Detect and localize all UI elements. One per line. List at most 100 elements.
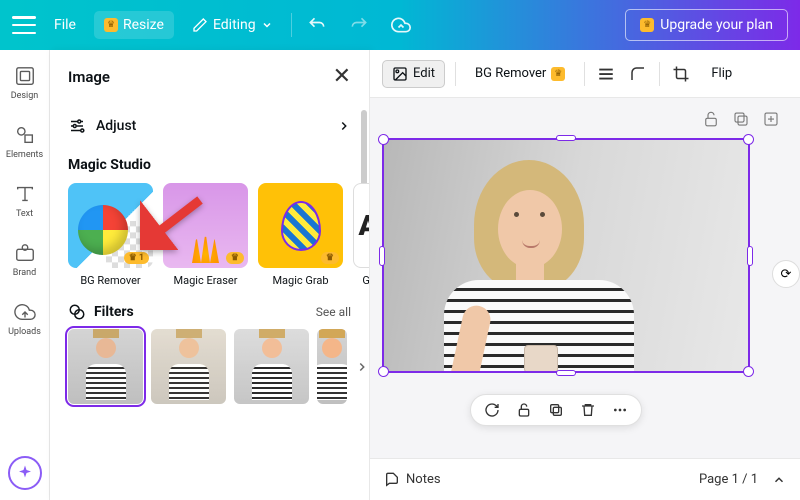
adjust-label: Adjust [96,118,136,134]
top-toolbar: File ♛ Resize Editing ♛ Upgrade your pla… [0,0,800,50]
notes-label: Notes [406,472,441,487]
filter-thumb[interactable] [317,329,347,404]
crown-icon: ♛ [640,18,654,32]
resize-handle[interactable] [378,366,389,377]
sparkle-icon [16,464,34,482]
flip-button[interactable]: Flip [702,61,741,86]
edit-image-button[interactable]: Edit [382,60,445,88]
sidebar-item-brand[interactable]: Brand [0,237,49,282]
sidebar-item-label: Elements [6,150,43,160]
resize-handle[interactable] [379,246,385,266]
notes-button[interactable]: Notes [384,472,441,488]
resize-handle[interactable] [743,134,754,145]
magic-studio-heading: Magic Studio [50,149,369,183]
sidebar-item-label: Brand [13,268,36,278]
menu-icon[interactable] [12,16,36,34]
magic-grab-card[interactable]: ♛ Magic Grab [258,183,343,287]
upload-icon [13,300,37,324]
bottom-bar: Notes Page 1 / 1 [370,458,800,500]
shapes-icon [13,123,37,147]
sidebar-item-uploads[interactable]: Uploads [0,296,49,341]
chevron-down-icon [261,19,273,31]
resize-button[interactable]: ♛ Resize [94,11,174,39]
close-panel-button[interactable]: ✕ [333,64,351,89]
filters-heading: Filters [94,304,134,320]
annotation-arrow [140,195,210,254]
crown-badge: ♛ [226,252,244,264]
card-label: Magic Eraser [163,274,248,287]
template-icon [13,64,37,88]
brand-icon [13,241,37,265]
crown-badge: ♛ [321,252,339,264]
crown-icon: ♛ [104,18,118,32]
add-page-icon[interactable] [762,110,780,128]
sidebar-item-label: Uploads [8,327,41,337]
sidebar-item-label: Text [16,209,33,219]
editing-label: Editing [213,17,256,33]
image-panel: Image ✕ Adjust Magic Studio ♛ 1 BG Remov… [50,50,370,500]
page-controls [702,110,780,128]
pencil-icon [192,17,208,33]
card-label: Magic Grab [258,274,343,287]
panel-title: Image [68,68,110,86]
resize-label: Resize [123,17,164,33]
resize-handle[interactable] [743,366,754,377]
trash-icon[interactable] [579,401,597,419]
see-all-button[interactable]: See all [316,305,351,319]
filters-row [50,329,369,404]
cloud-sync-icon[interactable] [390,14,412,36]
redo-icon[interactable] [348,14,370,36]
page-indicator: Page 1 / 1 [699,472,758,487]
resize-handle[interactable] [556,370,576,376]
filter-thumb[interactable] [234,329,309,404]
scrollbar[interactable] [361,110,367,190]
image-icon [392,66,408,82]
filter-thumb-none[interactable] [68,329,143,404]
corner-icon[interactable] [627,63,649,85]
upgrade-button[interactable]: ♛ Upgrade your plan [625,9,788,41]
sidebar-item-label: Design [11,91,39,101]
canvas-toolbar: Edit BG Remover ♛ Flip [370,50,800,98]
sliders-icon [68,117,86,135]
notes-icon [384,472,400,488]
filters-icon [68,303,86,321]
left-sidebar: Design Elements Text Brand Uploads [0,50,50,500]
canvas-area: Edit BG Remover ♛ Flip [370,50,800,500]
magic-card-partial[interactable]: A Gr [353,183,369,287]
regenerate-icon[interactable] [483,401,501,419]
floating-toolbar [470,394,642,426]
bg-remover-button[interactable]: BG Remover ♛ [466,61,574,86]
sidebar-item-elements[interactable]: Elements [0,119,49,164]
resize-handle[interactable] [378,134,389,145]
filters-next-icon[interactable] [355,360,369,374]
duplicate-icon[interactable] [732,110,750,128]
adjust-row[interactable]: Adjust [50,103,369,149]
photo-content [384,140,748,371]
filter-thumb[interactable] [151,329,226,404]
crown-icon: ♛ [551,67,565,81]
card-label: BG Remover [68,274,153,287]
bg-remover-label: BG Remover [475,66,546,81]
crop-icon[interactable] [670,63,692,85]
sync-icon[interactable]: ⟳ [772,260,800,288]
resize-handle[interactable] [556,135,576,141]
chevron-right-icon [337,119,351,133]
edit-label: Edit [413,66,435,81]
more-icon[interactable] [611,401,629,419]
file-menu[interactable]: File [44,11,86,39]
text-icon [13,182,37,206]
sidebar-item-text[interactable]: Text [0,178,49,223]
sidebar-item-design[interactable]: Design [0,60,49,105]
magic-sparkle-button[interactable] [8,456,42,490]
resize-handle[interactable] [747,246,753,266]
lock-icon[interactable] [702,110,720,128]
list-icon[interactable] [595,63,617,85]
undo-icon[interactable] [306,14,328,36]
selected-image-frame[interactable] [382,138,750,373]
chevron-up-icon[interactable] [772,473,786,487]
card-label: Gr [353,274,369,287]
upgrade-label: Upgrade your plan [660,17,773,33]
lock-icon[interactable] [515,401,533,419]
editing-dropdown[interactable]: Editing [182,11,283,39]
copy-icon[interactable] [547,401,565,419]
